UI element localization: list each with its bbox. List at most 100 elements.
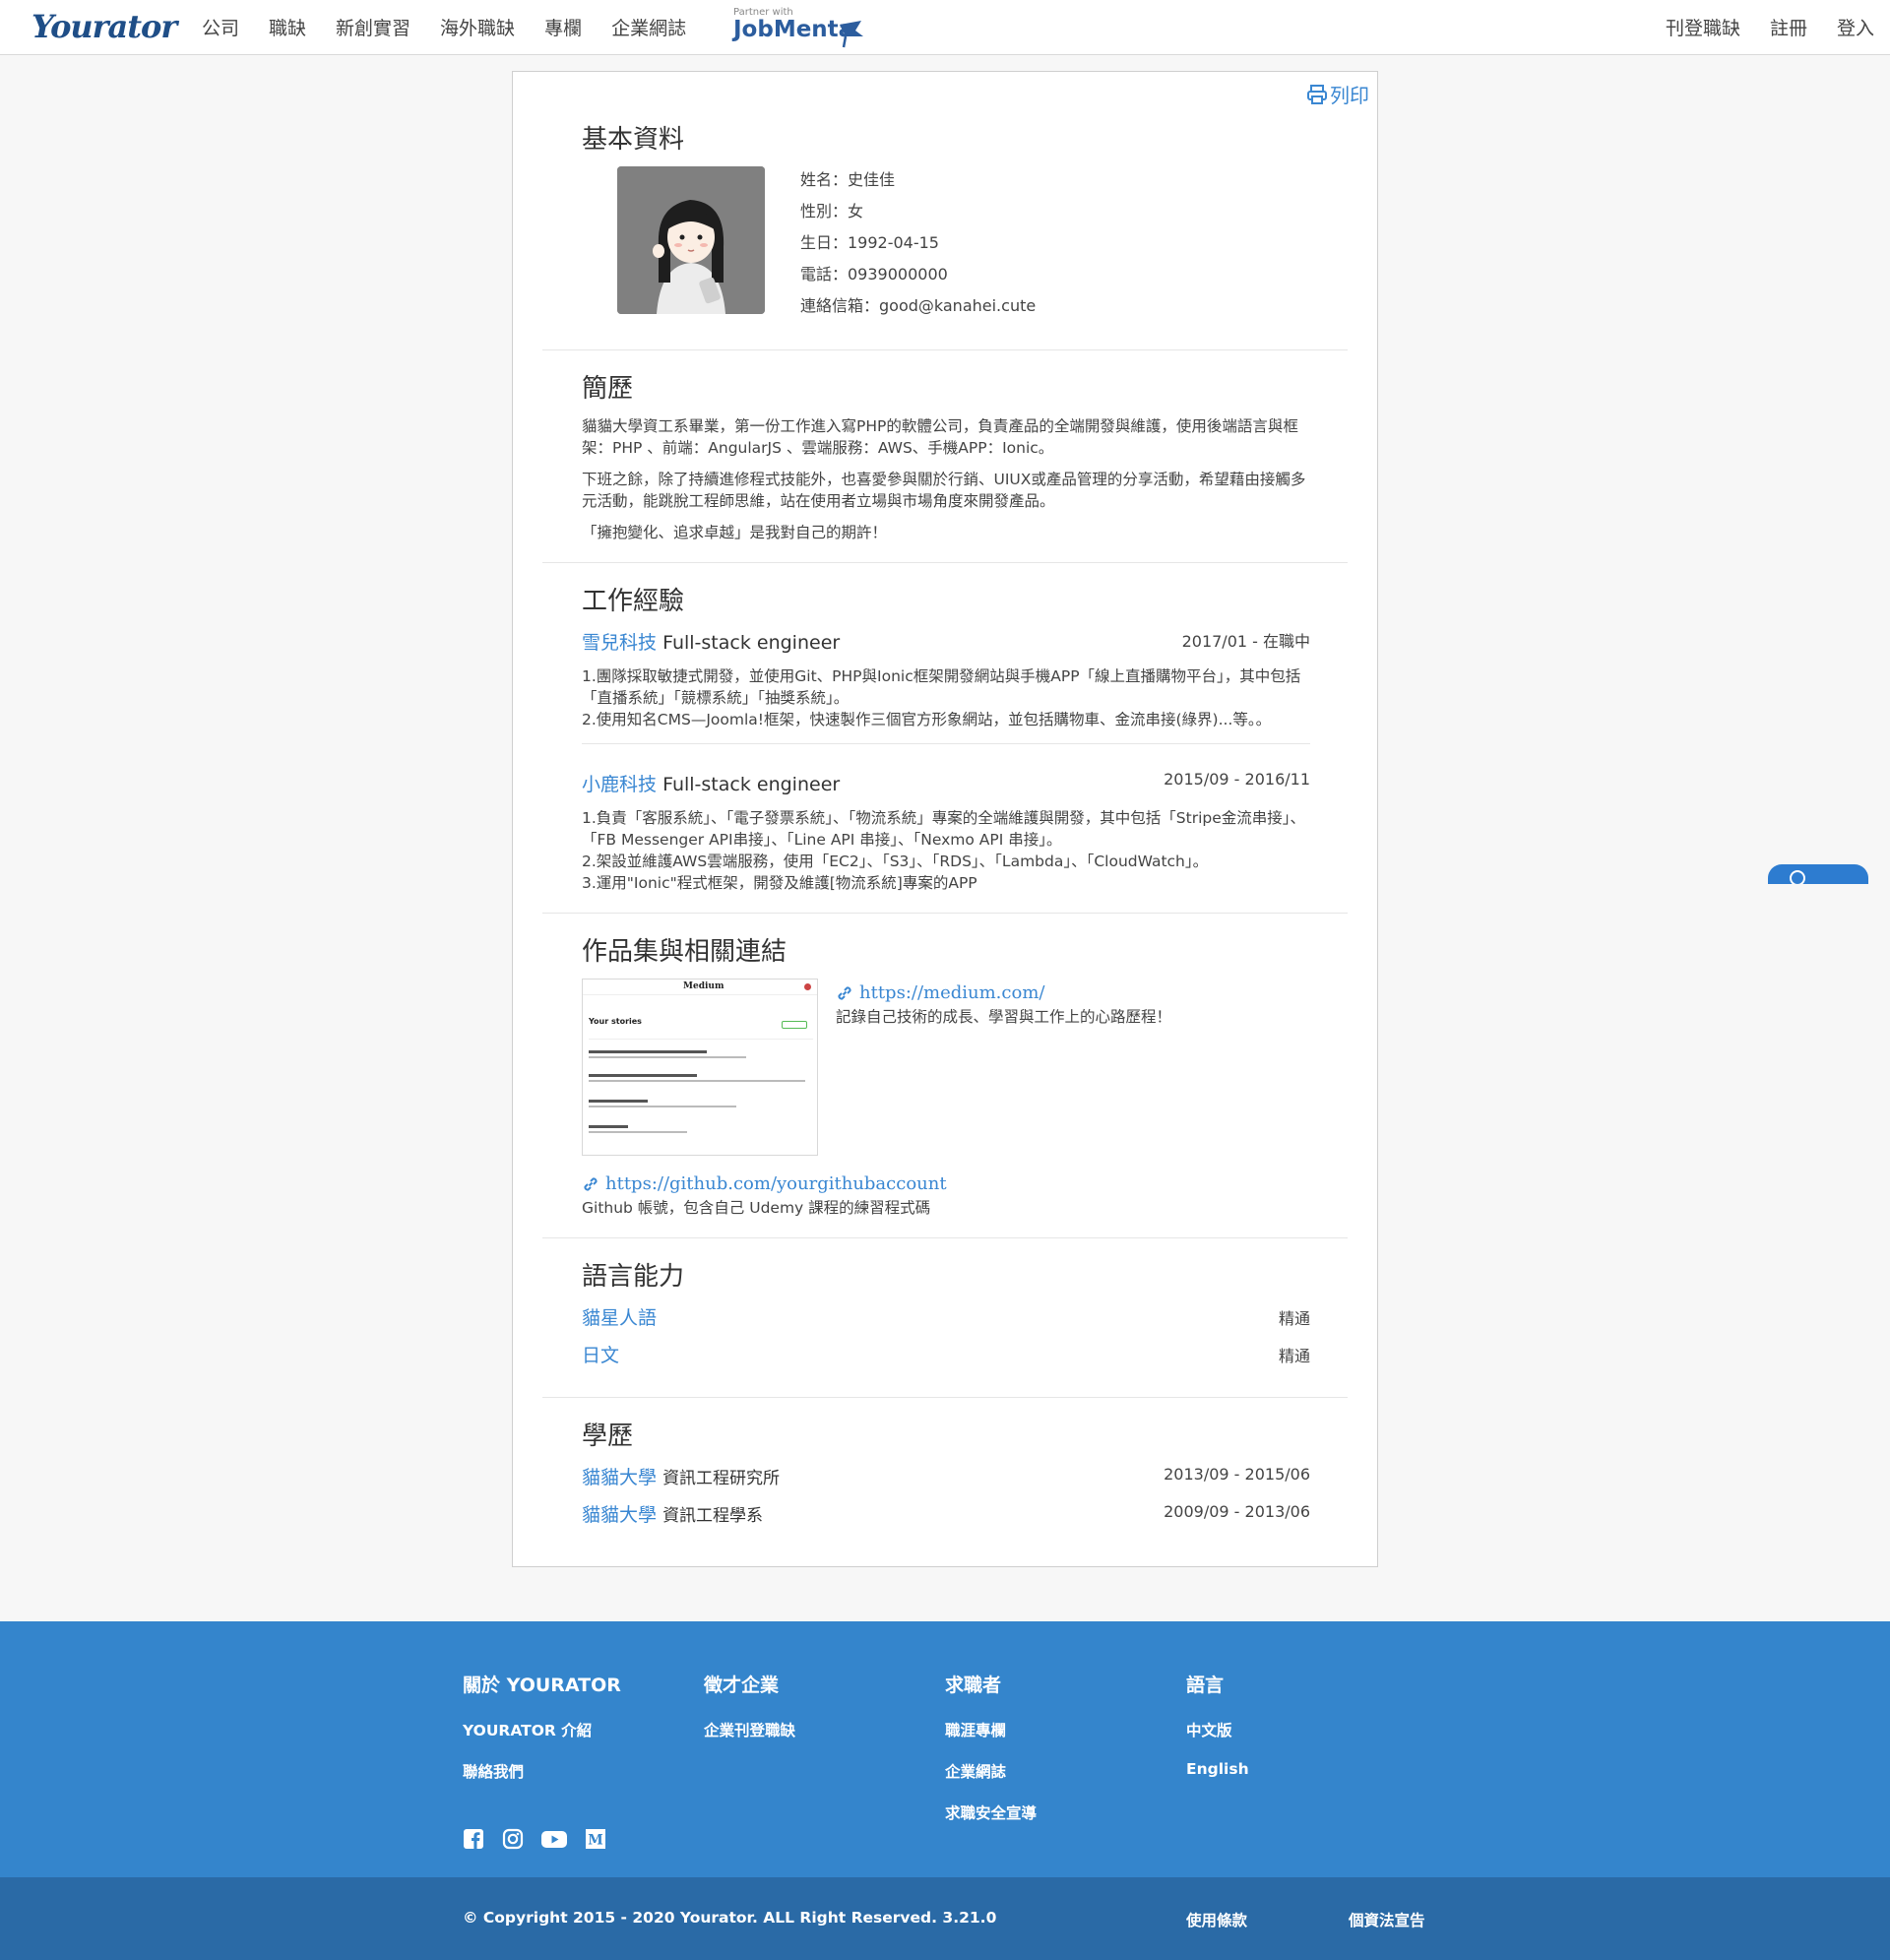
info-email: 連絡信箱：good@kanahei.cute	[800, 296, 1037, 315]
post-job-link[interactable]: 刊登職缺	[1666, 14, 1740, 40]
language-title: 語言能力	[582, 1262, 685, 1292]
yourator-logo[interactable]: Yourator	[32, 8, 177, 45]
bio-paragraph-2: 下班之餘，除了持續進修程式技能外，也喜愛參與關於行銷、UIUX或產品管理的分享活…	[582, 471, 1306, 510]
top-navbar: Yourator 公司 職缺 新創實習 海外職缺 專欄 企業網誌 Partner…	[0, 0, 1890, 55]
job-divider	[582, 743, 1310, 744]
thumbnail-topbar: Medium	[583, 980, 817, 995]
footer-col-language: 語言 中文版 English	[1186, 1671, 1249, 1798]
language-row: 貓星人語 精通	[582, 1303, 1310, 1330]
account-nav: 刊登職缺 註冊 登入	[1666, 14, 1874, 40]
job-company-link[interactable]: 小鹿科技	[582, 774, 657, 795]
jobmenta-partner-link[interactable]: Partner with JobMenta	[733, 7, 863, 48]
school-link[interactable]: 貓貓大學	[582, 1467, 657, 1488]
portfolio-description: 記錄自己技術的成長、學習與工作上的心路歷程！	[836, 1008, 1172, 1026]
nav-companies[interactable]: 公司	[202, 14, 239, 40]
link-icon	[584, 1176, 598, 1191]
info-phone: 電話：0939000000	[800, 265, 948, 284]
language-name[interactable]: 貓星人語	[582, 1307, 657, 1329]
footer-link[interactable]: YOURATOR 介紹	[463, 1719, 621, 1740]
help-icon	[1790, 870, 1805, 884]
portfolio-url-link[interactable]: https://medium.com/	[859, 982, 1044, 1003]
job-entry-header: 雪兒科技 Full-stack engineer 2017/01 - 在職中	[582, 628, 1310, 655]
info-gender: 性別：女	[800, 202, 864, 221]
nav-overseas-jobs[interactable]: 海外職缺	[440, 14, 515, 40]
work-title: 工作經驗	[582, 587, 685, 616]
info-name: 姓名：史佳佳	[800, 170, 896, 189]
job-description: 1.負責「客服系統」、「電子發票系統」、「物流系統」專案的全端維護與開發，其中包…	[582, 807, 1310, 894]
privacy-link[interactable]: 個資法宣告	[1349, 1909, 1425, 1930]
main-nav: 公司 職缺 新創實習 海外職缺 專欄 企業網誌	[202, 14, 686, 40]
thumbnail-button	[782, 1021, 807, 1029]
footer-link[interactable]: 企業網誌	[945, 1760, 1037, 1782]
jobmenta-logo: JobMenta	[733, 17, 854, 42]
portfolio-section: 作品集與相關連結 Medium Your stories https://med…	[542, 913, 1348, 1237]
footer-link[interactable]: 企業刊登職缺	[704, 1719, 795, 1740]
thumbnail-story-line	[589, 1106, 736, 1107]
footer-link[interactable]: 求職安全宣導	[945, 1802, 1037, 1823]
footer-col-jobseekers: 求職者 職涯專欄 企業網誌 求職安全宣導	[945, 1671, 1037, 1843]
education-date: 2013/09 - 2015/06	[1164, 1465, 1310, 1484]
terms-link[interactable]: 使用條款	[1186, 1909, 1247, 1930]
footer-col-about: 關於 YOURATOR YOURATOR 介紹 聯絡我們	[463, 1671, 621, 1802]
svg-text:M: M	[588, 1833, 603, 1849]
basic-info-list: 姓名：史佳佳 性別：女 生日：1992-04-15 電話：0939000000 …	[800, 164, 1036, 322]
youtube-icon[interactable]	[541, 1828, 567, 1850]
footer-col-title: 語言	[1186, 1675, 1225, 1696]
portfolio-item: https://github.com/yourgithubaccount Git…	[582, 1173, 1310, 1218]
social-links: M	[463, 1828, 606, 1850]
copyright-text: © Copyright 2015 - 2020 Yourator. ALL Ri…	[463, 1909, 997, 1927]
job-line: 1.負責「客服系統」、「電子發票系統」、「物流系統」專案的全端維護與開發，其中包…	[582, 809, 1306, 849]
job-company-link[interactable]: 雪兒科技	[582, 632, 657, 654]
thumbnail-avatar-icon	[804, 983, 811, 990]
footer-col-title: 求職者	[945, 1675, 1002, 1696]
language-level: 精通	[1278, 1309, 1310, 1328]
footer-link[interactable]: 聯絡我們	[463, 1760, 621, 1782]
avatar-illustration	[617, 166, 765, 314]
thumbnail-story-title	[589, 1074, 697, 1077]
education-section: 學歷 貓貓大學 資訊工程研究所 2013/09 - 2015/06 貓貓大學 資…	[542, 1397, 1348, 1568]
portfolio-title: 作品集與相關連結	[582, 937, 788, 967]
facebook-icon[interactable]	[463, 1828, 484, 1850]
footer: 關於 YOURATOR YOURATOR 介紹 聯絡我們 徵才企業 企業刊登職缺…	[0, 1621, 1890, 1877]
portfolio-link-row: https://medium.com/	[836, 982, 1308, 1003]
copyright-bar: © Copyright 2015 - 2020 Yourator. ALL Ri…	[0, 1877, 1890, 1960]
basic-info-section: 基本資料 姓名：史佳佳 性別：女 生日：1992-04-15 電話：093900…	[542, 72, 1348, 349]
nav-company-blog[interactable]: 企業網誌	[611, 14, 686, 40]
medium-icon[interactable]: M	[585, 1828, 606, 1850]
nav-jobs[interactable]: 職缺	[269, 14, 306, 40]
language-name[interactable]: 日文	[582, 1345, 619, 1366]
portfolio-url-link[interactable]: https://github.com/yourgithubaccount	[605, 1173, 947, 1194]
job-date: 2015/09 - 2016/11	[1164, 770, 1310, 789]
school-link[interactable]: 貓貓大學	[582, 1504, 657, 1526]
nav-column[interactable]: 專欄	[544, 14, 582, 40]
job-role: Full-stack engineer	[662, 632, 841, 654]
basic-info-title: 基本資料	[582, 125, 685, 155]
job-line: 1.團隊採取敏捷式開發，並使用Git、PHP與Ionic框架開發網站與手機APP…	[582, 667, 1301, 707]
education-title: 學歷	[582, 1422, 634, 1451]
footer-col-title: 關於 YOURATOR	[463, 1675, 621, 1696]
language-row: 日文 精通	[582, 1341, 1310, 1367]
job-line: 3.運用"Ionic"程式框架，開發及維護[物流系統]專案的APP	[582, 874, 977, 892]
nav-startup-internship[interactable]: 新創實習	[336, 14, 410, 40]
instagram-icon[interactable]	[502, 1828, 524, 1850]
register-link[interactable]: 註冊	[1770, 14, 1807, 40]
job-line: 2.架設並維護AWS雲端服務，使用「EC2」、「S3」、「RDS」、「Lambd…	[582, 853, 1209, 870]
portfolio-item: https://medium.com/ 記錄自己技術的成長、學習與工作上的心路歷…	[836, 982, 1308, 1027]
help-button[interactable]	[1768, 864, 1868, 884]
bio-paragraph-3: 「擁抱變化、追求卓越」是我對自己的期許！	[582, 524, 888, 541]
bio-paragraph-1: 貓貓大學資工系畢業，第一份工作進入寫PHP的軟體公司，負責產品的全端開發與維護，…	[582, 417, 1298, 457]
language-level: 精通	[1278, 1347, 1310, 1365]
footer-link[interactable]: 職涯專欄	[945, 1719, 1037, 1740]
portfolio-thumbnail[interactable]: Medium Your stories	[582, 979, 818, 1156]
thumbnail-story-title	[589, 1050, 707, 1053]
thumbnail-story-line	[589, 1080, 805, 1082]
footer-link[interactable]: 中文版	[1186, 1719, 1249, 1740]
thumbnail-story-line	[589, 1056, 746, 1058]
thumbnail-story-line	[589, 1131, 687, 1133]
education-date: 2009/09 - 2013/06	[1164, 1502, 1310, 1521]
login-link[interactable]: 登入	[1837, 14, 1874, 40]
info-birthday: 生日：1992-04-15	[800, 233, 939, 252]
bio-title: 簡歷	[582, 374, 634, 404]
footer-link[interactable]: English	[1186, 1760, 1249, 1778]
portfolio-description: Github 帳號，包含自己 Udemy 課程的練習程式碼	[582, 1199, 931, 1217]
